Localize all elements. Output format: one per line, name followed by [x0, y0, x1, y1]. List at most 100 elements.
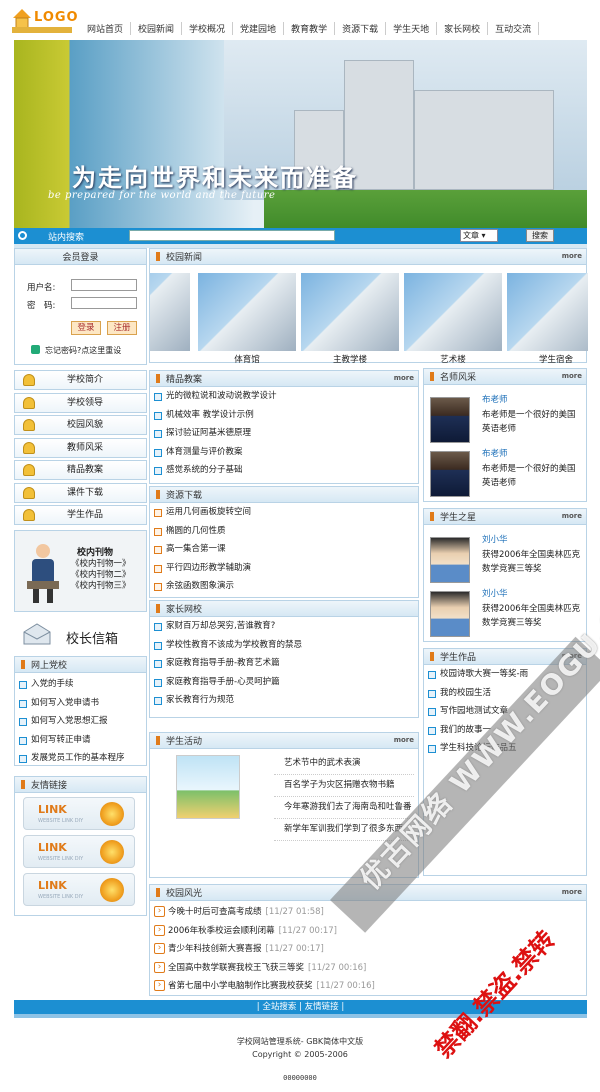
key-icon — [31, 345, 40, 354]
user-icon — [23, 486, 35, 499]
journal-item[interactable]: 《校内刊物一》 — [71, 559, 131, 570]
journal-item[interactable]: 《校内刊物三》 — [71, 581, 131, 592]
journal-item[interactable]: 《校内刊物二》 — [71, 570, 131, 581]
activity-item[interactable]: 今年寒游我们去了海南岛和吐鲁番 — [274, 797, 414, 819]
teacher-card[interactable]: 布老师 布老师是一个很好的美国英语老师 — [430, 393, 580, 449]
list-item[interactable]: 如何写转正申请 — [15, 731, 146, 750]
student-card[interactable]: 刘小华 获得2006年全国奥林匹克数学竞赛三等奖 — [430, 587, 580, 643]
nav-item[interactable]: 学生天地 — [386, 21, 438, 35]
sidenav-item[interactable]: 精品教案 — [14, 460, 147, 480]
more-link[interactable]: more — [394, 374, 414, 382]
student-name[interactable]: 刘小华 — [482, 533, 508, 545]
teacher-name[interactable]: 布老师 — [482, 447, 508, 459]
list-item[interactable]: 机械效率 教学设计示例 — [150, 406, 418, 425]
photo-thumbnail[interactable] — [150, 273, 190, 351]
list-item[interactable]: 体育测量与评价教案 — [150, 443, 418, 462]
hero-banner: 为走向世界和未来而准备 be prepared for the world an… — [14, 40, 587, 228]
sidenav-item[interactable]: 学校领导 — [14, 392, 147, 413]
forgot-password-link[interactable]: 忘记密码?点这里重设 — [45, 345, 121, 356]
password-label: 密 码: — [27, 301, 56, 311]
parents-header: 家长网校 — [150, 601, 418, 617]
sidenav-item[interactable]: 校园风貌 — [14, 415, 147, 435]
photo-caption[interactable]: 体育馆 — [198, 353, 296, 365]
photo-caption[interactable]: 艺术楼 — [404, 353, 502, 365]
link-banner-sub: WEBSITE LINK DIY — [38, 856, 84, 862]
news-title[interactable]: 今晚十时后可查高考成绩 — [168, 907, 262, 917]
link-banner[interactable]: LINK WEBSITE LINK DIY — [23, 835, 135, 868]
username-input[interactable] — [71, 279, 137, 291]
sidenav-item[interactable]: 学生作品 — [14, 505, 147, 525]
list-item[interactable]: 探讨验证阿基米德原理 — [150, 424, 418, 443]
list-item[interactable]: 家财百万却总哭穷,苦谁教育? — [150, 617, 418, 636]
list-item[interactable]: 如何写入党思想汇报 — [15, 712, 146, 731]
building-image — [414, 90, 554, 190]
photo-thumbnail[interactable] — [198, 273, 296, 351]
list-item[interactable]: 家长教育行为规范 — [150, 691, 418, 710]
search-type-select[interactable]: 文章 ▾ — [460, 229, 498, 242]
photo-thumbnail[interactable] — [404, 273, 502, 351]
logo-text[interactable]: LOGO — [34, 10, 79, 25]
news-title[interactable]: 全国高中数学联赛我校王飞获三等奖 — [168, 963, 304, 973]
nav-item[interactable]: 学校概况 — [182, 21, 234, 35]
list-item[interactable]: 运用几何画板旋转空间 — [150, 503, 418, 522]
list-item[interactable]: 入党的手续 — [15, 675, 146, 694]
party-panel: 网上党校 入党的手续 如何写入党申请书 如何写入党思想汇报 如何写转正申请 发展党员工作… — [14, 656, 147, 766]
teacher-name[interactable]: 布老师 — [482, 393, 508, 405]
sidenav-item[interactable]: 学校简介 — [14, 370, 147, 390]
search-input[interactable] — [129, 230, 335, 241]
password-input[interactable] — [71, 297, 137, 309]
list-item[interactable]: 学校性教育不该成为学校教育的禁忌 — [150, 636, 418, 655]
register-button[interactable]: 注册 — [107, 321, 137, 335]
activity-item[interactable]: 艺术节中的武术表演 — [274, 753, 414, 775]
more-link[interactable]: more — [562, 372, 582, 380]
teacher-card[interactable]: 布老师 布老师是一个很好的美国英语老师 — [430, 447, 580, 503]
news-title[interactable]: 青少年科技创新大赛喜报 — [168, 944, 262, 954]
more-link[interactable]: more — [562, 512, 582, 520]
sidenav-item[interactable]: 教师风采 — [14, 437, 147, 458]
student-desc: 获得2006年全国奥林匹克数学竞赛三等奖 — [482, 550, 581, 574]
list-item[interactable]: 高一集合第一课 — [150, 540, 418, 559]
list-item[interactable]: 光的微粒说和波动说教学设计 — [150, 387, 418, 406]
teachers-panel: 名师风采 more 布老师 布老师是一个很好的美国英语老师 布老师 布老师是一个很好的… — [423, 368, 587, 502]
user-icon — [23, 374, 35, 386]
photo-thumbnail[interactable] — [301, 273, 399, 351]
news-title[interactable]: 省第七届中小学电脑制作比赛我校获奖 — [168, 981, 313, 991]
photo-strip: 体育馆 主教学楼 艺术楼 学生宿舍 — [150, 273, 588, 365]
nav-item[interactable]: 互动交流 — [488, 21, 540, 35]
list-item[interactable]: 家庭教育指导手册-教育艺术篇 — [150, 654, 418, 673]
search-button[interactable]: 搜索 — [526, 229, 554, 242]
side-nav: 学校简介学校领导校园风貌 教师风采 精品教案 课件下载 学生作品 — [14, 370, 147, 528]
nav-item[interactable]: 校园新闻 — [131, 21, 183, 35]
list-item[interactable]: 如何写入党申请书 — [15, 694, 146, 713]
link-banner[interactable]: LINK WEBSITE LINK DIY — [23, 797, 135, 830]
list-item[interactable]: 余弦函数图象演示 — [150, 577, 418, 596]
sidenav-item[interactable]: 课件下载 — [14, 482, 147, 503]
student-name[interactable]: 刘小华 — [482, 587, 508, 599]
photo-thumbnail[interactable] — [507, 273, 588, 351]
nav-item[interactable]: 资源下载 — [335, 21, 387, 35]
sidenav-label: 学校领导 — [67, 397, 104, 408]
list-item[interactable]: 发展党员工作的基本程序 — [15, 749, 146, 768]
more-link[interactable]: more — [562, 252, 582, 260]
nav-item[interactable]: 党建园地 — [233, 21, 285, 35]
activity-item[interactable]: 百名学子为灾区捐赠衣物书籍 — [274, 775, 414, 797]
photo-caption[interactable]: 主教学楼 — [301, 353, 399, 365]
student-card[interactable]: 刘小华获得2006年全国奥林匹克数学竞赛三等奖 — [430, 533, 580, 589]
news-date: [11/27 01:58] — [265, 907, 324, 917]
list-item[interactable]: 家庭教育指导手册-心灵呵护篇 — [150, 673, 418, 692]
news-title[interactable]: 2006年秋季校运会顺利闭幕 — [168, 926, 275, 936]
link-banner[interactable]: LINK WEBSITE LINK DIY — [23, 873, 135, 906]
login-button[interactable]: 登录 — [71, 321, 101, 335]
more-link[interactable]: more — [394, 736, 414, 744]
more-link[interactable]: more — [562, 888, 582, 896]
list-item[interactable]: 椭圆的几何性质 — [150, 522, 418, 541]
nav-item[interactable]: 家长网校 — [437, 21, 489, 35]
list-item[interactable]: 感觉系统的分子基础 — [150, 461, 418, 480]
nav-item[interactable]: 网站首页 — [80, 21, 132, 35]
logo-subbar — [12, 27, 72, 33]
photo-caption[interactable]: 学生宿舍 — [507, 353, 588, 365]
links-title: 友情链接 — [31, 781, 68, 791]
nav-item[interactable]: 教育教学 — [284, 21, 336, 35]
principal-mailbox[interactable]: 校长信箱 — [14, 620, 147, 652]
list-item[interactable]: 平行四边形教学辅助演 — [150, 559, 418, 578]
